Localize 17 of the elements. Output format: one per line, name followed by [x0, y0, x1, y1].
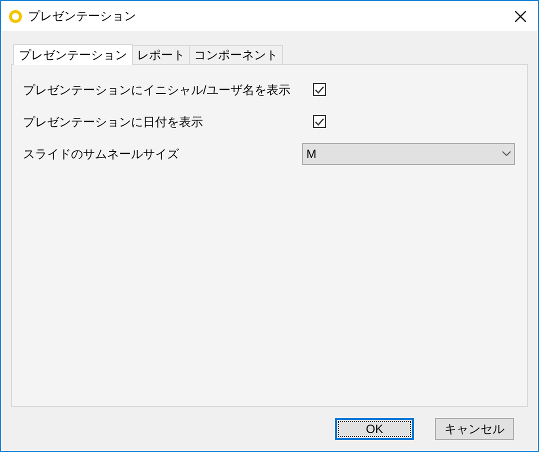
window-title: プレゼンテーション — [28, 8, 136, 25]
tab[interactable]: コンポーネント — [190, 45, 283, 64]
close-icon — [514, 10, 526, 22]
dialog-button[interactable]: キャンセル — [435, 418, 514, 440]
checkbox[interactable] — [313, 83, 326, 96]
setting-label: プレゼンテーションに日付を表示 — [23, 114, 204, 130]
tab[interactable]: レポート — [133, 45, 190, 64]
checkbox[interactable] — [313, 115, 326, 128]
dialog-button[interactable]: OK — [335, 418, 414, 440]
size-dropdown[interactable]: M — [302, 142, 515, 164]
app-icon — [9, 10, 22, 22]
setting-label: プレゼンテーションにイニシャル/ユーザ名を表示 — [23, 82, 292, 98]
setting-label: スライドのサムネールサイズ — [23, 146, 180, 162]
check-icon — [315, 86, 324, 94]
check-icon — [315, 118, 324, 126]
tab[interactable]: プレゼンテーション — [13, 44, 133, 65]
chevron-down-icon — [502, 151, 511, 156]
